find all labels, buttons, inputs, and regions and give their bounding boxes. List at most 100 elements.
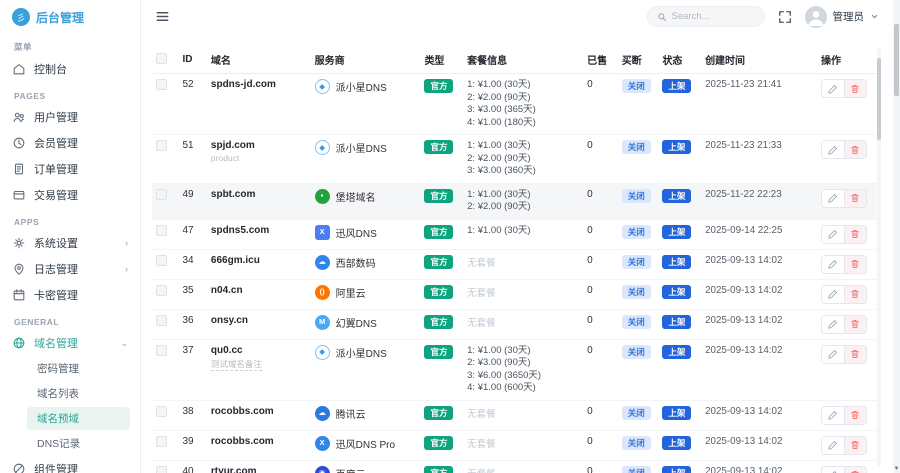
delete-button[interactable] bbox=[844, 256, 866, 273]
delete-button[interactable] bbox=[844, 437, 866, 454]
domain-name: spdns-jd.com bbox=[211, 79, 276, 90]
delete-button[interactable] bbox=[844, 190, 866, 207]
sidebar-item-交易管理[interactable]: 交易管理 bbox=[0, 182, 140, 208]
delete-button[interactable] bbox=[844, 141, 866, 158]
buyout-badge[interactable]: 关闭 bbox=[622, 436, 651, 450]
sidebar-item-label: 日志管理 bbox=[34, 261, 78, 277]
users-icon bbox=[12, 110, 26, 124]
buyout-badge[interactable]: 关闭 bbox=[622, 140, 651, 154]
row-checkbox[interactable] bbox=[156, 345, 167, 356]
package-info: 无套餐 bbox=[463, 309, 583, 339]
sidebar-item-会员管理[interactable]: 会员管理 bbox=[0, 130, 140, 156]
status-badge[interactable]: 上架 bbox=[662, 140, 691, 154]
type-badge: 官方 bbox=[424, 406, 453, 420]
sidebar-item-卡密管理[interactable]: 卡密管理 bbox=[0, 282, 140, 308]
sidebar-subitem-域名预域[interactable]: 域名预域 bbox=[27, 407, 130, 430]
table-header-row: ID域名服务商类型套餐信息已售买断状态创建时间操作 bbox=[152, 46, 876, 74]
sidebar-item-控制台[interactable]: 控制台 bbox=[0, 56, 140, 82]
status-badge[interactable]: 上架 bbox=[662, 285, 691, 299]
edit-button[interactable] bbox=[822, 346, 844, 363]
created-time: 2025-09-13 14:02 bbox=[705, 315, 782, 326]
sidebar-subitem-域名列表[interactable]: 域名列表 bbox=[0, 381, 140, 406]
created-time: 2025-09-13 14:02 bbox=[705, 466, 782, 473]
edit-button[interactable] bbox=[822, 190, 844, 207]
buyout-badge[interactable]: 关闭 bbox=[622, 79, 651, 93]
sidebar-item-日志管理[interactable]: 日志管理› bbox=[0, 256, 140, 282]
status-badge[interactable]: 上架 bbox=[662, 345, 691, 359]
status-badge[interactable]: 上架 bbox=[662, 225, 691, 239]
buyout-badge[interactable]: 关闭 bbox=[622, 406, 651, 420]
package-line: 2: ¥2.00 (90天) bbox=[467, 201, 579, 214]
status-badge[interactable]: 上架 bbox=[662, 255, 691, 269]
fullscreen-icon[interactable] bbox=[778, 10, 792, 24]
select-all-checkbox[interactable] bbox=[156, 53, 167, 64]
package-line: 3: ¥3.00 (365天) bbox=[467, 104, 579, 117]
buyout-badge[interactable]: 关闭 bbox=[622, 225, 651, 239]
sidebar-item-订单管理[interactable]: 订单管理 bbox=[0, 156, 140, 182]
status-badge[interactable]: 上架 bbox=[662, 189, 691, 203]
order-icon bbox=[12, 162, 26, 176]
delete-button[interactable] bbox=[844, 226, 866, 243]
domain-note: 测试域名备注 bbox=[211, 358, 262, 371]
row-checkbox[interactable] bbox=[156, 140, 167, 151]
edit-button[interactable] bbox=[822, 256, 844, 273]
delete-button[interactable] bbox=[844, 316, 866, 333]
status-badge[interactable]: 上架 bbox=[662, 79, 691, 93]
status-badge[interactable]: 上架 bbox=[662, 466, 691, 473]
buyout-badge[interactable]: 关闭 bbox=[622, 189, 651, 203]
status-badge[interactable]: 上架 bbox=[662, 315, 691, 329]
delete-button[interactable] bbox=[844, 407, 866, 424]
page-scrollbar-thumb[interactable] bbox=[894, 24, 899, 96]
row-id: 39 bbox=[178, 430, 206, 460]
provider-icon: • bbox=[315, 189, 330, 204]
edit-button[interactable] bbox=[822, 437, 844, 454]
edit-button[interactable] bbox=[822, 286, 844, 303]
edit-button[interactable] bbox=[822, 407, 844, 424]
row-checkbox[interactable] bbox=[156, 79, 167, 90]
search-input[interactable] bbox=[672, 11, 755, 22]
delete-button[interactable] bbox=[844, 286, 866, 303]
delete-button[interactable] bbox=[844, 467, 866, 473]
table-scrollbar-thumb[interactable] bbox=[877, 58, 881, 140]
sidebar-subitem-DNS记录[interactable]: DNS记录 bbox=[0, 431, 140, 456]
row-checkbox[interactable] bbox=[156, 315, 167, 326]
row-checkbox[interactable] bbox=[156, 255, 167, 266]
row-checkbox[interactable] bbox=[156, 285, 167, 296]
buyout-badge[interactable]: 关闭 bbox=[622, 315, 651, 329]
sidebar-item-系统设置[interactable]: 系统设置› bbox=[0, 230, 140, 256]
buyout-badge[interactable]: 关闭 bbox=[622, 255, 651, 269]
hamburger-menu-icon[interactable] bbox=[155, 9, 170, 24]
status-badge[interactable]: 上架 bbox=[662, 406, 691, 420]
sidebar-item-域名管理[interactable]: 域名管理⌄ bbox=[0, 330, 140, 356]
type-badge: 官方 bbox=[424, 225, 453, 239]
status-badge[interactable]: 上架 bbox=[662, 436, 691, 450]
row-checkbox[interactable] bbox=[156, 406, 167, 417]
row-checkbox[interactable] bbox=[156, 436, 167, 447]
sidebar: 彡 后台管理 菜单控制台PAGES用户管理会员管理订单管理交易管理APPS系统设… bbox=[0, 0, 141, 473]
domain-name: rocobbs.com bbox=[211, 436, 274, 447]
logo-icon: 彡 bbox=[12, 8, 30, 26]
edit-button[interactable] bbox=[822, 316, 844, 333]
row-checkbox[interactable] bbox=[156, 189, 167, 200]
edit-button[interactable] bbox=[822, 141, 844, 158]
buyout-badge[interactable]: 关闭 bbox=[622, 345, 651, 359]
delete-button[interactable] bbox=[844, 80, 866, 97]
sidebar-subitem-密码管理[interactable]: 密码管理 bbox=[0, 356, 140, 381]
user-menu[interactable]: 管理员 bbox=[805, 6, 880, 28]
edit-button[interactable] bbox=[822, 80, 844, 97]
app-logo[interactable]: 彡 后台管理 bbox=[0, 0, 140, 32]
edit-button[interactable] bbox=[822, 226, 844, 243]
domain-note: product bbox=[211, 153, 239, 163]
domain-name: spdns5.com bbox=[211, 225, 269, 236]
provider-name: 堡塔域名 bbox=[336, 189, 376, 204]
scrollbar-down-arrow[interactable]: ▼ bbox=[893, 466, 900, 472]
provider-icon: ☁ bbox=[315, 406, 330, 421]
row-checkbox[interactable] bbox=[156, 466, 167, 473]
delete-button[interactable] bbox=[844, 346, 866, 363]
edit-button[interactable] bbox=[822, 467, 844, 473]
sidebar-item-组件管理[interactable]: 组件管理 bbox=[0, 456, 140, 473]
buyout-badge[interactable]: 关闭 bbox=[622, 285, 651, 299]
buyout-badge[interactable]: 关闭 bbox=[622, 466, 651, 473]
sidebar-item-用户管理[interactable]: 用户管理 bbox=[0, 104, 140, 130]
row-checkbox[interactable] bbox=[156, 225, 167, 236]
